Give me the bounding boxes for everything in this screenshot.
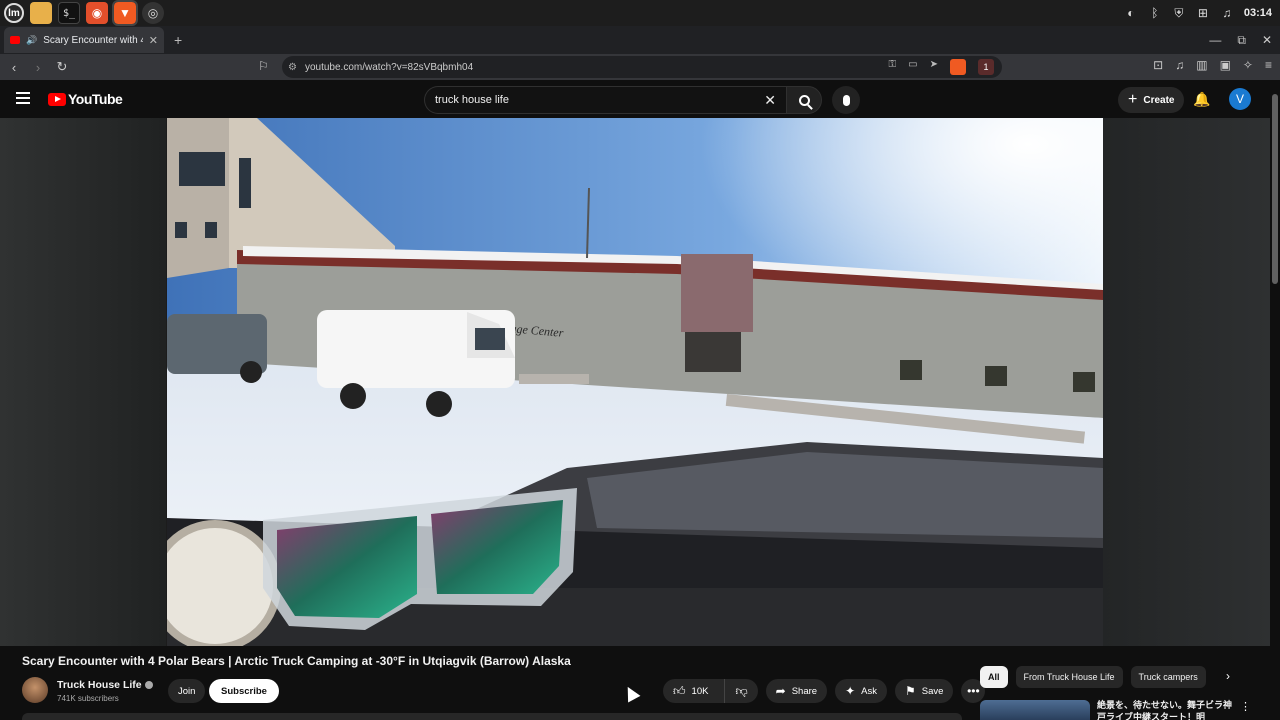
system-clock[interactable]: 03:14	[1244, 7, 1272, 19]
update-icon[interactable]: ◐	[1124, 6, 1138, 20]
save-bookmark-icon: ⚑	[904, 684, 916, 698]
create-label: Create	[1143, 94, 1175, 106]
plus-icon: +	[1128, 91, 1138, 108]
browser-tabbar: 🔊 Scary Encounter with 4 Polar Bears ✕ +…	[0, 26, 1280, 54]
tab-title: Scary Encounter with 4 Polar Bears	[43, 34, 143, 46]
new-tab-icon[interactable]: +	[174, 32, 182, 48]
restore-icon[interactable]: ⧉	[1237, 33, 1246, 48]
youtube-play-icon	[48, 92, 66, 106]
reload-icon[interactable]: ↻	[52, 59, 72, 75]
mint-menu-icon[interactable]: lm	[4, 3, 24, 23]
bookmark-icon[interactable]: ⚐	[258, 59, 269, 73]
search-input[interactable]	[435, 94, 755, 106]
recommendation-title[interactable]: 絶景を、待たせない。舞子ビラ神戸ライブ中継スタート！明	[1097, 699, 1232, 720]
send-icon[interactable]: ➤	[930, 59, 938, 75]
share-icon: ➦	[775, 684, 786, 698]
search-button[interactable]	[786, 86, 822, 114]
browser-tab[interactable]: 🔊 Scary Encounter with 4 Polar Bears ✕	[4, 27, 164, 53]
shield-icon[interactable]: ⛨	[1172, 6, 1186, 20]
youtube-logo[interactable]: YouTube	[48, 91, 123, 107]
video-player[interactable]: Heritage Center	[167, 118, 1103, 646]
chip-all[interactable]: All	[980, 666, 1008, 688]
url-text[interactable]: youtube.com/watch?v=82sVBqbmh04	[305, 62, 473, 73]
video-actions: 👍︎ 10K 👎︎ ➦ Share ✦ Ask ⚑ Save •••	[663, 679, 986, 703]
audio-playing-icon[interactable]: 🔊	[26, 35, 37, 46]
clear-search-icon[interactable]: ✕	[764, 92, 776, 109]
leo-ai-icon[interactable]: ✧	[1243, 58, 1253, 72]
scrollbar-thumb[interactable]	[1272, 94, 1278, 284]
like-dislike-group: 👍︎ 10K 👎︎	[663, 679, 758, 703]
search-box[interactable]: ✕	[424, 86, 786, 114]
share-button[interactable]: ➦ Share	[765, 679, 828, 703]
terminal-icon[interactable]: $_	[58, 2, 80, 24]
channel-name[interactable]: Truck House Life	[57, 679, 153, 691]
system-taskbar: lm $_ ◉ ▼ ◎ ◐ ᛒ ⛨ ⊞ ♫ 03:14	[0, 0, 1280, 26]
media-icon[interactable]: ♫	[1175, 58, 1184, 72]
thumbs-up-icon: 👍︎	[673, 683, 686, 698]
video-frame: Heritage Center	[167, 118, 1103, 646]
sparkle-icon: ✦	[845, 684, 856, 698]
voice-search-button[interactable]	[832, 86, 860, 114]
mouse-cursor	[621, 683, 641, 703]
recommendation-thumbnail[interactable]	[980, 700, 1090, 720]
verified-icon	[144, 681, 153, 690]
subscriber-count: 741K subscribers	[57, 694, 119, 703]
address-bar[interactable]: ⚙ youtube.com/watch?v=82sVBqbmh04 ⚿ ▭ ➤ …	[282, 56, 1002, 78]
search-icon	[798, 94, 810, 106]
page-scrollbar[interactable]	[1270, 80, 1280, 720]
youtube-wordmark: YouTube	[68, 91, 123, 107]
save-label: Save	[921, 685, 944, 697]
back-icon[interactable]: ‹	[4, 60, 24, 75]
youtube-favicon-icon	[10, 36, 20, 44]
thumbs-down-icon: 👎︎	[735, 683, 748, 698]
related-filter-chips: All From Truck House Life Truck campers	[980, 666, 1206, 688]
dislike-button[interactable]: 👎︎	[724, 679, 757, 703]
player-container: Heritage Center	[0, 118, 1270, 646]
screenshot-icon[interactable]: ⊡	[1153, 58, 1163, 72]
account-avatar[interactable]: V	[1229, 88, 1251, 110]
brave-shields-icon[interactable]	[950, 59, 966, 75]
like-count: 10K	[691, 685, 709, 697]
more-horizontal-icon: •••	[967, 684, 980, 698]
close-tab-icon[interactable]: ✕	[149, 34, 158, 47]
save-button[interactable]: ⚑ Save	[894, 679, 954, 703]
menu-icon[interactable]: ≡	[1265, 58, 1272, 72]
youtube-header: YouTube ✕ + Create 🔔 V	[0, 80, 1280, 118]
description-box[interactable]	[22, 713, 962, 720]
minimize-icon[interactable]: —	[1209, 33, 1221, 47]
brave-rewards-icon[interactable]: 1	[978, 59, 994, 75]
more-vertical-icon[interactable]: ⋮	[1240, 700, 1251, 713]
wallet-icon[interactable]: ▣	[1220, 58, 1231, 72]
password-key-icon[interactable]: ⚿	[889, 59, 897, 75]
bluetooth-icon[interactable]: ᛒ	[1148, 6, 1162, 20]
like-button[interactable]: 👍︎ 10K	[663, 679, 718, 703]
subscribe-button[interactable]: Subscribe	[209, 679, 279, 703]
forward-icon[interactable]: ›	[28, 60, 48, 75]
video-title: Scary Encounter with 4 Polar Bears | Arc…	[22, 654, 571, 668]
guide-menu-icon[interactable]	[16, 92, 30, 104]
chip-truck-campers[interactable]: Truck campers	[1130, 666, 1206, 688]
sidebar-icon[interactable]: ▥	[1196, 58, 1207, 72]
files-folder-icon[interactable]	[30, 2, 52, 24]
notifications-icon[interactable]: 🔔	[1193, 91, 1210, 108]
chip-from-channel[interactable]: From Truck House Life	[1015, 666, 1123, 688]
music-icon[interactable]: ♫	[1220, 6, 1234, 20]
network-icon[interactable]: ⊞	[1196, 6, 1210, 20]
create-button[interactable]: + Create	[1118, 87, 1185, 113]
ask-label: Ask	[861, 685, 877, 697]
browser-toolbar: ‹ › ↻ ⚐ ⚙ youtube.com/watch?v=82sVBqbmh0…	[0, 54, 1280, 80]
join-button[interactable]: Join	[168, 679, 206, 703]
ask-button[interactable]: ✦ Ask	[835, 679, 887, 703]
brave-icon[interactable]: ▼	[112, 0, 138, 26]
chrome-icon[interactable]: ◎	[142, 2, 164, 24]
chevron-right-icon[interactable]: ›	[1226, 669, 1230, 683]
close-window-icon[interactable]: ✕	[1262, 33, 1272, 47]
microphone-icon	[842, 94, 850, 106]
site-info-icon[interactable]: ⚙	[288, 62, 297, 73]
cast-icon[interactable]: ▭	[908, 59, 917, 75]
channel-name-text[interactable]: Truck House Life	[57, 679, 142, 691]
share-label: Share	[791, 685, 818, 697]
firefox-icon[interactable]: ◉	[86, 2, 108, 24]
channel-avatar[interactable]	[22, 677, 48, 703]
